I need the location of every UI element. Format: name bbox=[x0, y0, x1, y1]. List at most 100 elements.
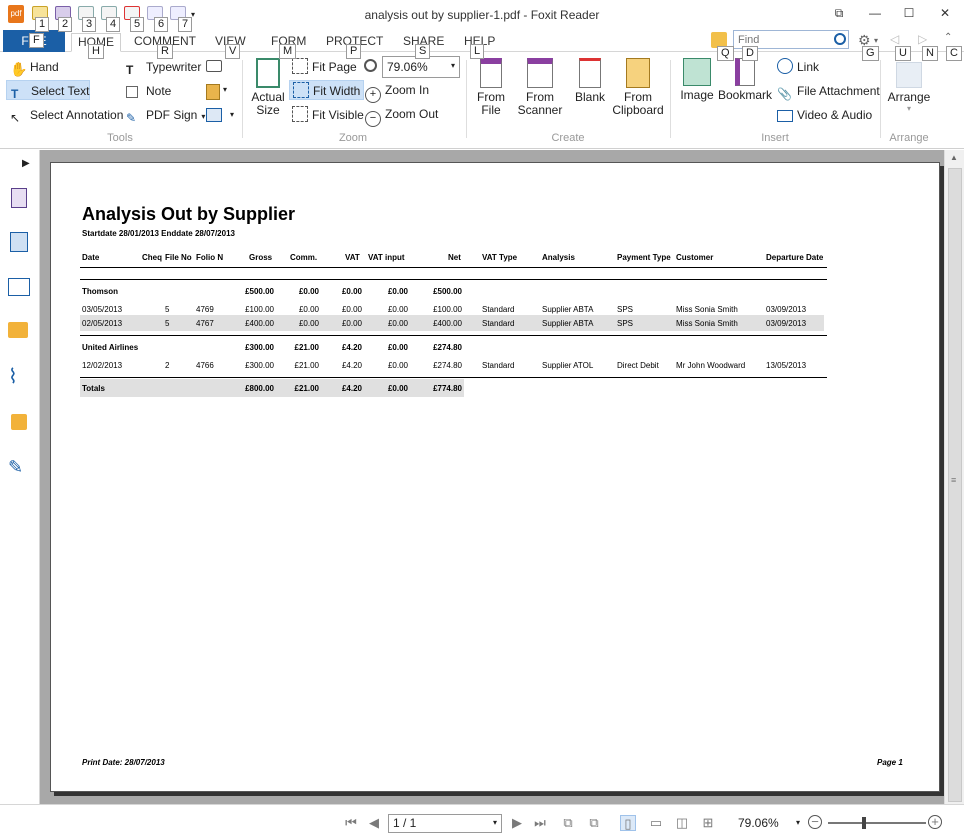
previous-page-icon[interactable]: ◀ bbox=[366, 815, 382, 831]
link-icon bbox=[777, 58, 793, 74]
note-icon bbox=[126, 86, 138, 98]
fit-width-button[interactable]: Fit Width bbox=[289, 80, 365, 100]
comments-panel-icon[interactable] bbox=[8, 322, 28, 338]
continuous-facing-view-icon[interactable]: ⊞ bbox=[700, 815, 716, 831]
scroll-grip-icon: ≡ bbox=[951, 475, 957, 485]
document-viewport[interactable]: Analysis Out by Supplier Startdate 28/01… bbox=[40, 150, 944, 804]
cell-folio: 4766 bbox=[196, 361, 214, 370]
next-view-icon[interactable]: ⧉ bbox=[586, 815, 602, 831]
status-zoom-out-icon[interactable]: − bbox=[808, 815, 822, 829]
signatures-panel-icon[interactable]: ✎ bbox=[8, 456, 30, 478]
fit-page-button[interactable]: Fit Page bbox=[292, 57, 357, 77]
image-button[interactable]: Image bbox=[677, 58, 717, 102]
expand-panel-icon[interactable]: ▶ bbox=[22, 158, 30, 169]
fit-page-label: Fit Page bbox=[312, 60, 357, 74]
last-page-icon[interactable]: ⏭ bbox=[532, 815, 548, 831]
facing-view-icon[interactable]: ◫ bbox=[674, 815, 690, 831]
from-file-icon bbox=[480, 58, 502, 88]
tools-group-label: Tools bbox=[107, 132, 133, 144]
keytip-collapse: C bbox=[946, 46, 962, 61]
clipboard-icon[interactable] bbox=[206, 84, 220, 100]
next-page-icon[interactable]: ▶ bbox=[509, 815, 525, 831]
forward-arrow-icon[interactable]: ▷ bbox=[918, 32, 927, 46]
cell-payment-type: SPS bbox=[617, 305, 634, 314]
typewriter-button[interactable]: T Typewriter bbox=[126, 57, 201, 77]
pdf-page[interactable]: Analysis Out by Supplier Startdate 28/01… bbox=[50, 162, 940, 792]
actual-size-button[interactable]: Actual Size bbox=[250, 58, 286, 117]
group-net: £274.80 bbox=[433, 343, 462, 352]
form-tools-dropdown-icon[interactable]: ▾ bbox=[230, 110, 234, 119]
hand-tool-button[interactable]: ✋ Hand bbox=[10, 57, 59, 77]
snapshot-camera-icon[interactable] bbox=[206, 60, 222, 72]
cell-vat: £4.20 bbox=[341, 361, 362, 370]
zoom-out-button[interactable]: − Zoom Out bbox=[365, 104, 438, 127]
zoom-level-select[interactable]: 79.06% ▾ bbox=[382, 56, 460, 78]
zoom-in-button[interactable]: + Zoom In bbox=[365, 80, 429, 103]
status-zoom-in-icon[interactable]: + bbox=[928, 815, 942, 829]
form-tools-icon[interactable] bbox=[206, 108, 222, 122]
single-page-view-icon[interactable]: ▯ bbox=[620, 815, 636, 831]
blank-button[interactable]: Blank bbox=[572, 58, 608, 104]
keytip-qat-7: 7 bbox=[178, 17, 193, 32]
from-file-button[interactable]: From File bbox=[472, 58, 510, 117]
blank-page-icon bbox=[579, 58, 601, 88]
fit-visible-button[interactable]: Fit Visible bbox=[292, 105, 364, 125]
file-attachment-button[interactable]: 📎 File Attachment bbox=[777, 81, 880, 101]
column-header: Date bbox=[82, 253, 100, 262]
security-panel-icon[interactable] bbox=[11, 414, 27, 430]
cell-gross: £300.00 bbox=[245, 361, 274, 370]
scroll-up-icon[interactable]: ▲ bbox=[950, 153, 958, 162]
bookmark-panel-icon[interactable] bbox=[11, 188, 27, 208]
cell-vat: £0.00 bbox=[341, 319, 362, 328]
collapse-ribbon-icon[interactable]: ⌃ bbox=[944, 32, 952, 43]
from-scanner-button[interactable]: From Scanner bbox=[512, 58, 568, 117]
zoom-dropdown-icon[interactable]: ▾ bbox=[796, 818, 800, 827]
separator bbox=[670, 60, 671, 138]
scrollbar-thumb[interactable] bbox=[948, 168, 962, 802]
pdf-sign-button[interactable]: ✎ PDF Sign ▾ bbox=[126, 105, 205, 125]
cell-folio: 4769 bbox=[196, 305, 214, 314]
totals-gross: £800.00 bbox=[245, 384, 274, 393]
arrange-group-label: Arrange bbox=[889, 132, 929, 144]
hand-label: Hand bbox=[30, 60, 59, 74]
keytip-qat-2: 2 bbox=[58, 17, 73, 32]
cell-analysis: Supplier ABTA bbox=[542, 319, 594, 328]
note-button[interactable]: Note bbox=[126, 81, 171, 101]
cell-vat-type: Standard bbox=[482, 361, 515, 370]
from-clipboard-button[interactable]: From Clipboard bbox=[612, 58, 664, 117]
zoom-slider-handle[interactable] bbox=[862, 817, 866, 829]
settings-dropdown-icon[interactable]: ▾ bbox=[874, 36, 878, 45]
status-bar: ⏮ ◀ 1 / 1 ▾ ▶ ⏭ ⧉ ⧉ ▯ ▭ ◫ ⊞ 79.06% ▾ − + bbox=[0, 804, 964, 838]
cell-comm: £0.00 bbox=[298, 305, 319, 314]
column-header: Net bbox=[448, 253, 461, 262]
select-annotation-button[interactable]: ↖ Select Annotation bbox=[10, 105, 123, 125]
vertical-scrollbar[interactable]: ▲ ≡ bbox=[944, 150, 964, 804]
actual-size-label: Actual Size bbox=[251, 90, 285, 117]
keytip-protect: P bbox=[346, 44, 362, 59]
arrange-button[interactable]: Arrange ▾ bbox=[886, 62, 932, 113]
page-number-input[interactable]: 1 / 1 ▾ bbox=[388, 814, 502, 833]
select-annotation-label: Select Annotation bbox=[30, 108, 124, 122]
bookmark-button[interactable]: Bookmark bbox=[718, 58, 772, 102]
maximize-button[interactable]: ☐ bbox=[894, 6, 924, 24]
layers-panel-icon[interactable] bbox=[8, 278, 30, 296]
attachments-panel-icon[interactable]: ⌇ bbox=[8, 366, 30, 388]
minimize-button[interactable]: — bbox=[860, 6, 890, 24]
ribbon-display-icon[interactable]: ⧉ bbox=[824, 6, 854, 24]
paperclip-icon: 📎 bbox=[777, 87, 792, 101]
previous-view-icon[interactable]: ⧉ bbox=[560, 815, 576, 831]
clipboard-dropdown-icon[interactable]: ▾ bbox=[223, 85, 227, 94]
cell-vat-input: £0.00 bbox=[387, 319, 408, 328]
video-audio-button[interactable]: Video & Audio bbox=[777, 105, 872, 125]
close-button[interactable]: ✕ bbox=[930, 6, 960, 24]
back-arrow-icon[interactable]: ◁ bbox=[890, 32, 899, 46]
pages-panel-icon[interactable] bbox=[10, 232, 28, 252]
select-text-button[interactable]: T Select Text bbox=[6, 80, 90, 101]
search-icon[interactable] bbox=[834, 33, 846, 45]
image-label: Image bbox=[680, 88, 714, 102]
status-zoom-level[interactable]: 79.06% bbox=[738, 816, 779, 830]
continuous-view-icon[interactable]: ▭ bbox=[648, 815, 664, 831]
link-button[interactable]: Link bbox=[777, 57, 819, 77]
first-page-icon[interactable]: ⏮ bbox=[343, 815, 359, 831]
zoom-slider[interactable] bbox=[828, 817, 926, 829]
